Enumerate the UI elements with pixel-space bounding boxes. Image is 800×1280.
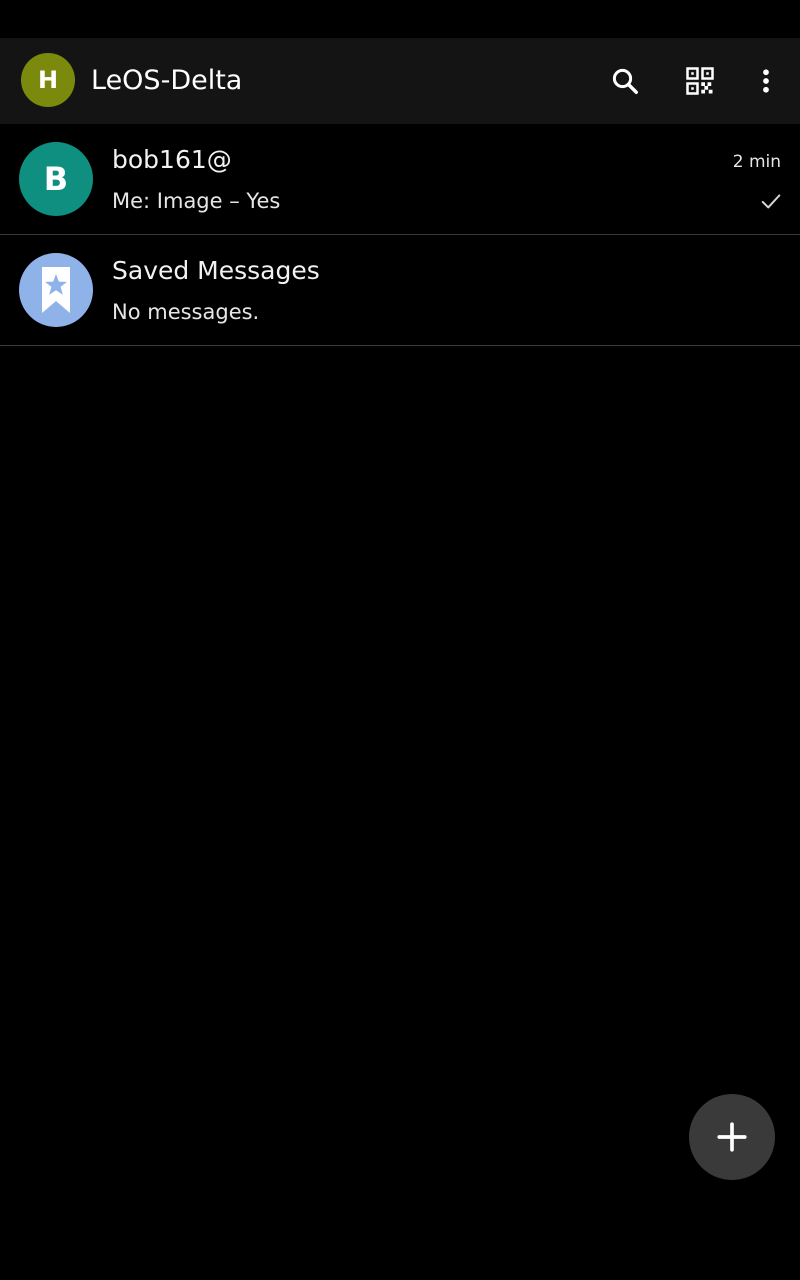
search-button[interactable] [605,61,645,101]
check-icon [761,194,781,209]
qr-code-button[interactable] [680,61,720,101]
search-icon [612,68,638,94]
avatar: B [19,142,93,216]
new-chat-button[interactable] [689,1094,775,1180]
profile-avatar[interactable]: H [21,53,75,107]
avatar [19,253,93,327]
status-bar [0,0,800,38]
chat-preview: Me: Image – Yes [112,189,281,213]
more-options-button[interactable] [746,61,786,101]
qr-code-icon [686,67,714,95]
chat-list-item-bob[interactable]: B bob161@ 2 min Me: Image – Yes [0,124,800,235]
chat-name: Saved Messages [112,256,320,285]
plus-icon [717,1122,747,1152]
app-title: LeOS-Delta [91,65,243,96]
toolbar: H LeOS-Delta [0,38,800,124]
chat-list: B bob161@ 2 min Me: Image – Yes Saved Me… [0,124,800,346]
chat-preview: No messages. [112,300,260,324]
chat-name: bob161@ [112,145,232,174]
chat-timestamp: 2 min [732,152,781,172]
bookmark-star-icon [42,267,70,313]
more-vert-icon [763,69,769,93]
chat-list-item-saved-messages[interactable]: Saved Messages No messages. [0,235,800,346]
